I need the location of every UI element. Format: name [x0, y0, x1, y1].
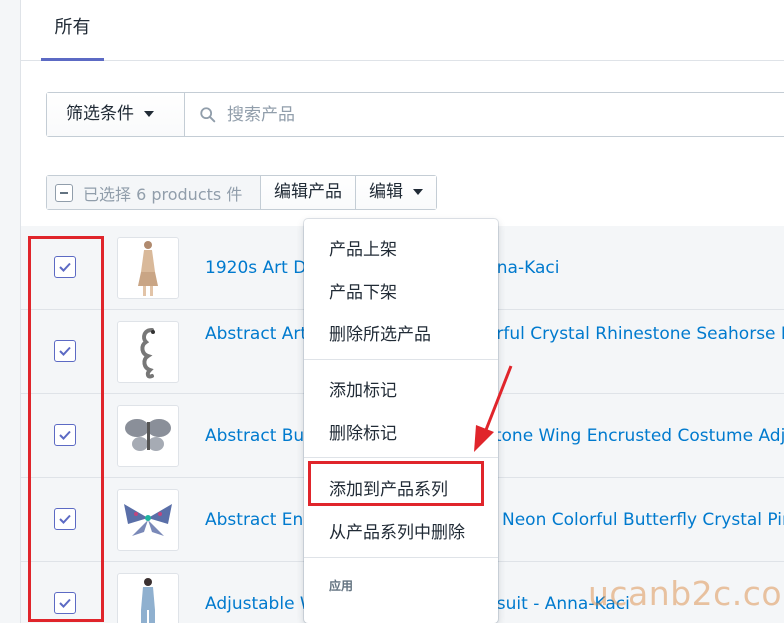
product-name-tail[interactable]: stone Wing Encrusted Costume Adjus	[486, 426, 784, 446]
product-name-tail[interactable]: Neon Colorful Butterfly Crystal Pin Br	[502, 510, 784, 530]
edit-products-button[interactable]: 编辑产品	[261, 176, 355, 209]
enamel-butterfly-thumbnail	[117, 489, 179, 551]
menu-item-remove-tags[interactable]: 删除标记	[329, 419, 397, 444]
seahorse-pin-thumbnail	[117, 321, 179, 383]
filter-button-label: 筛选条件	[66, 104, 134, 124]
search-input[interactable]	[227, 93, 784, 136]
menu-item-remove-from-collection[interactable]: 从产品系列中删除	[329, 518, 465, 543]
product-name-link[interactable]: Abstract Butt	[205, 426, 318, 446]
search-icon	[200, 107, 216, 123]
tab-bar: 所有	[21, 0, 784, 61]
menu-item-publish[interactable]: 产品上架	[329, 235, 397, 260]
caret-down-icon	[144, 111, 154, 117]
bulk-select-toggle[interactable]: 已选择 6 products 件	[47, 176, 261, 209]
dress-thumbnail	[117, 237, 179, 299]
menu-divider	[304, 557, 498, 558]
filter-button[interactable]: 筛选条件	[47, 93, 185, 136]
menu-divider	[304, 359, 498, 360]
indeterminate-checkbox-icon[interactable]	[55, 183, 73, 202]
filter-bar: 筛选条件	[46, 92, 784, 137]
product-name-link[interactable]: Adjustable W	[205, 594, 317, 614]
tab-all[interactable]: 所有	[41, 0, 104, 61]
edit-dropdown-menu: 产品上架 产品下架 删除所选产品 添加标记 删除标记 添加到产品系列 从产品系列…	[304, 219, 498, 623]
menu-item-add-tags[interactable]: 添加标记	[329, 376, 397, 401]
product-name-link[interactable]: Abstract Art	[205, 324, 307, 344]
menu-divider	[304, 457, 498, 458]
butterfly-pin-thumbnail	[117, 405, 179, 467]
caret-down-icon	[413, 189, 423, 195]
menu-item-highlight-box	[308, 461, 484, 506]
edit-dropdown-label: 编辑	[369, 182, 403, 202]
product-name-tail[interactable]: orful Crystal Rhinestone Seahorse Pin	[486, 324, 784, 344]
jumpsuit-thumbnail	[117, 573, 179, 623]
checkbox-highlight-box	[28, 236, 104, 622]
edit-dropdown-button[interactable]: 编辑	[355, 176, 436, 209]
menu-item-delete-selected[interactable]: 删除所选产品	[329, 320, 431, 345]
menu-group-apps-label: 应用	[329, 579, 354, 593]
product-name-link[interactable]: Abstract Ena	[205, 510, 314, 530]
product-name-link[interactable]: 1920s Art De	[205, 258, 317, 278]
watermark: ucanb2c.com	[588, 574, 784, 613]
menu-item-unpublish[interactable]: 产品下架	[329, 278, 397, 303]
bulk-actions-bar: 已选择 6 products 件 编辑产品 编辑	[46, 175, 437, 210]
selected-count-label: 已选择 6 products 件	[83, 184, 243, 204]
